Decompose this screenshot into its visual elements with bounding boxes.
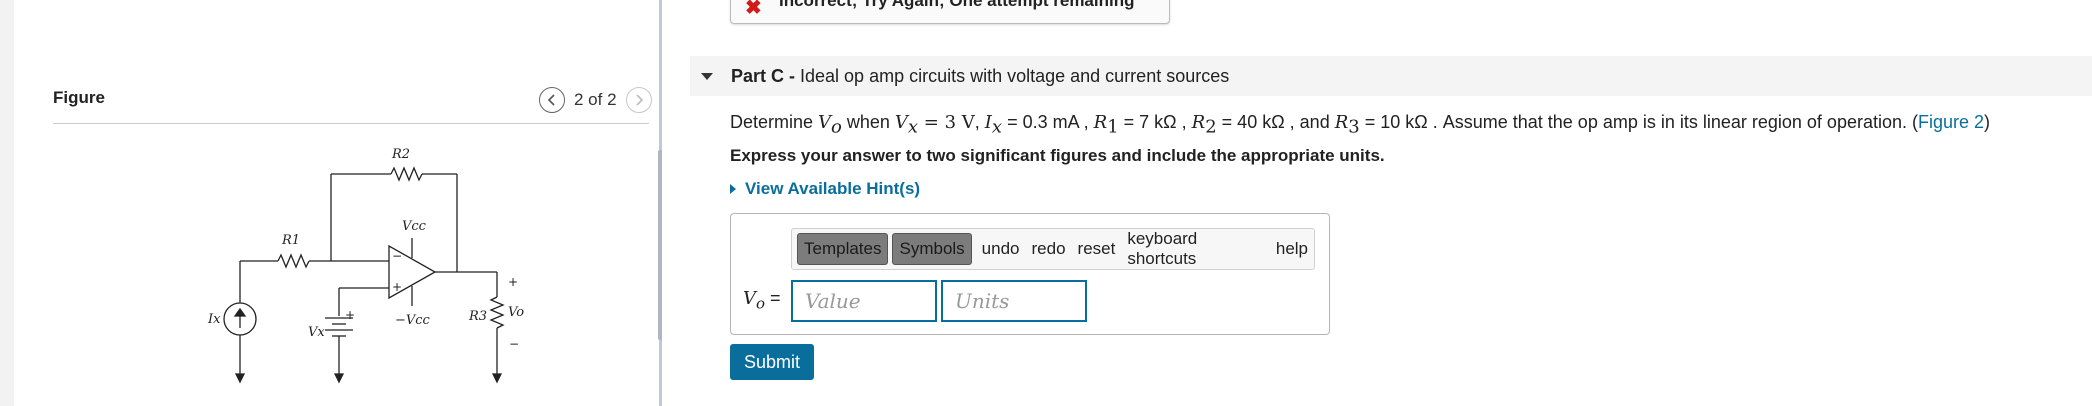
value-input[interactable]: Value <box>791 280 937 322</box>
question-text: Determine Vo when Vx = 3 V, Ix = 0.3 mA … <box>730 112 1990 138</box>
part-description: Ideal op amp circuits with voltage and c… <box>800 65 1230 86</box>
neg-vcc-label: −Vcc <box>395 313 431 328</box>
question-panel: ✖ Incorrect; Try Again; One attempt rema… <box>662 0 2092 406</box>
figure-title: Figure <box>53 88 105 107</box>
answer-instructions: Express your answer to two significant f… <box>730 146 1385 165</box>
chevron-left-icon <box>547 94 555 106</box>
var-vx: V <box>894 112 908 133</box>
var-ix: I <box>984 112 992 133</box>
caret-right-icon <box>730 184 736 194</box>
vo-minus-sign: − <box>509 337 519 351</box>
vo-answer-label: Vo = <box>743 288 781 313</box>
r2-value: = 40 kΩ <box>1216 112 1285 132</box>
question-fragment: . Assume that the op amp is in its linea… <box>1427 112 1918 132</box>
vo-label-sub: o <box>756 294 766 313</box>
feedback-text: Incorrect; Try Again; One attempt remain… <box>779 0 1135 10</box>
r1-label: R1 <box>281 233 300 248</box>
figure-navigation: 2 of 2 <box>539 87 652 113</box>
r1-resistor <box>277 253 310 269</box>
opamp-plus-terminal: + <box>392 280 402 294</box>
var-vo: V <box>818 112 832 133</box>
vo-label-var: V <box>743 288 756 309</box>
next-figure-button[interactable] <box>625 87 652 113</box>
help-button[interactable]: help <box>1276 239 1308 259</box>
keyboard-shortcuts-button[interactable]: keyboard shortcuts <box>1127 229 1264 269</box>
view-hints-link[interactable]: View Available Hint(s) <box>730 179 920 199</box>
question-fragment: Determine <box>730 112 819 132</box>
vo-label: Vo <box>508 305 524 320</box>
r3-value: = 10 kΩ <box>1359 112 1428 132</box>
question-fragment: , <box>1078 112 1094 132</box>
var-r2-sub: 2 <box>1205 116 1217 138</box>
figure-divider <box>53 123 649 124</box>
redo-button[interactable]: redo <box>1032 239 1066 259</box>
r2-label: R2 <box>391 147 410 162</box>
op-amp-circuit-diagram: R2 R1 Vcc −Vcc Ix Vx R3 Vo − + + + − <box>207 147 524 384</box>
symbols-button[interactable]: Symbols <box>892 233 972 265</box>
var-r1-sub: 1 <box>1107 116 1119 138</box>
figure-counter: 2 of 2 <box>574 90 617 109</box>
var-r3: R <box>1334 112 1349 133</box>
chevron-right-icon <box>635 94 643 106</box>
battery-plus-sign: + <box>345 308 355 322</box>
vcc-label: Vcc <box>402 219 427 234</box>
figure-panel: Figure 2 of 2 R2 R1 Vcc −Vcc Ix Vx R3 Vo… <box>14 0 659 406</box>
vo-plus-sign: + <box>508 275 518 289</box>
previous-figure-button[interactable] <box>539 87 565 113</box>
figure-2-link[interactable]: Figure 2 <box>1918 112 1984 132</box>
var-vx-sub: x <box>907 116 919 138</box>
reset-button[interactable]: reset <box>1078 239 1116 259</box>
templates-button[interactable]: Templates <box>797 233 889 265</box>
r3-resistor <box>489 296 505 329</box>
question-fragment: , <box>1176 112 1192 132</box>
var-ix-sub: x <box>991 116 1003 138</box>
answer-box: Templates Symbols undo redo reset keyboa… <box>730 213 1330 335</box>
submit-button[interactable]: Submit <box>730 344 814 380</box>
part-label: Part C - <box>731 65 796 86</box>
part-c-header[interactable]: Part C - Ideal op amp circuits with volt… <box>690 56 2092 96</box>
vo-label-eq: = <box>765 288 781 308</box>
caret-down-icon <box>701 72 713 80</box>
var-vo-sub: o <box>831 116 842 138</box>
opamp-minus-terminal: − <box>392 249 402 263</box>
r1-value: = 7 kΩ <box>1118 112 1177 132</box>
var-r1: R <box>1093 112 1108 133</box>
hints-label: View Available Hint(s) <box>745 179 921 198</box>
undo-button[interactable]: undo <box>982 239 1020 259</box>
ix-label: Ix <box>207 312 221 327</box>
r3-label: R3 <box>468 309 487 324</box>
vx-label: Vx <box>308 325 325 340</box>
vx-value: = 3 V <box>918 112 975 133</box>
ix-value: = 0.3 mA <box>1002 112 1079 132</box>
question-fragment: , and <box>1284 112 1335 132</box>
r2-resistor <box>390 166 423 182</box>
units-input[interactable]: Units <box>941 280 1087 322</box>
var-r3-sub: 3 <box>1348 116 1360 138</box>
question-fragment: , <box>974 112 985 132</box>
question-fragment: when <box>841 112 895 132</box>
var-r2: R <box>1191 112 1206 133</box>
feedback-banner: ✖ Incorrect; Try Again; One attempt rema… <box>730 0 1170 24</box>
math-toolbar: Templates Symbols undo redo reset keyboa… <box>791 228 1315 270</box>
question-fragment: ) <box>1984 112 1991 132</box>
error-x-icon: ✖ <box>745 0 762 19</box>
